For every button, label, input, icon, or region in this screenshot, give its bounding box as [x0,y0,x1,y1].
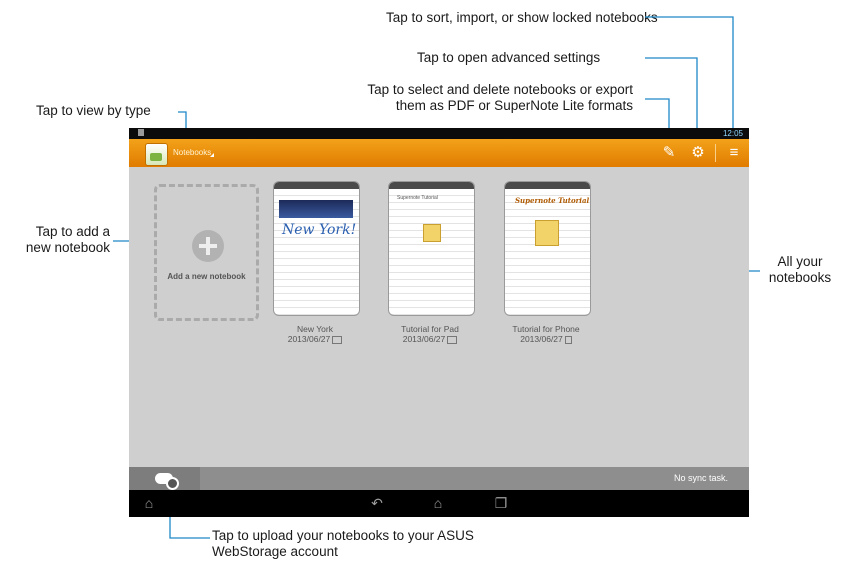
dropdown-caret-icon [210,153,214,157]
callout-add-line2: new notebook [25,240,110,255]
callout-all-line2: notebooks [768,270,832,285]
notebook-date: 2013/06/27 [287,334,331,344]
notebook-thumb-text: Supernote Tutorial [397,195,438,201]
notebook-date: 2013/06/27 [520,334,563,344]
supernote-app-icon[interactable] [145,143,168,166]
notebook-card-new-york[interactable]: New York! [273,181,360,316]
recent-apps-icon[interactable]: ❐ [493,495,509,511]
notebook-thumb-text: Supernote Tutorial [515,196,590,205]
view-by-type-dropdown[interactable]: Notebooks [173,148,211,157]
status-time: 12:05 [722,129,743,138]
notification-icon [138,129,144,136]
settings-gear-icon[interactable]: ⚙ [689,144,707,162]
callout-upload-line1: Tap to upload your notebooks to your ASU… [212,528,474,543]
notebook-caption: Tutorial for Pad 2013/06/27 [370,324,490,344]
cloud-gear-icon [166,477,179,490]
add-notebook-label: Add a new notebook [167,272,246,281]
callout-sort: Tap to sort, import, or show locked note… [386,10,658,25]
add-new-notebook-button[interactable]: Add a new notebook [154,184,259,321]
notebook-thumb-text: New York! [282,222,357,238]
callout-select-delete: Tap to select and delete notebooks or ex… [300,82,633,114]
home-icon[interactable]: ⌂ [430,495,446,511]
callout-upload: Tap to upload your notebooks to your ASU… [212,528,474,560]
notebook-date: 2013/06/27 [402,334,446,344]
phone-layout-icon [564,335,572,344]
notebook-card-tutorial-phone[interactable]: Supernote Tutorial [504,181,591,316]
bottom-bar: No sync task. [129,467,749,490]
back-icon[interactable]: ↶ [369,495,385,511]
city-photo-thumbnail [279,200,353,218]
callout-advanced-settings: Tap to open advanced settings [417,50,601,65]
callout-upload-line2: WebStorage account [212,544,338,559]
notebook-caption: Tutorial for Phone 2013/06/27 [486,324,606,344]
action-bar: Notebooks ✎ ⚙ ≡ [129,139,749,167]
select-edit-icon[interactable]: ✎ [660,144,678,162]
callout-select-line2: them as PDF or SuperNote Lite formats [395,98,633,113]
callout-all-notebooks: All your notebooks [758,254,842,286]
callout-select-line1: Tap to select and delete notebooks or ex… [367,82,633,97]
notebook-name: Tutorial for Pad [401,324,459,334]
sticky-note-thumbnail [423,224,441,242]
callout-add-line1: Tap to add a [35,224,110,239]
sticky-note-thumbnail [535,220,559,246]
plus-icon [192,230,224,262]
system-nav-bar: ⌂ ↶ ⌂ ❐ [129,490,749,517]
callout-all-line1: All your [777,254,823,269]
notebook-card-tutorial-pad[interactable]: Supernote Tutorial [388,181,475,316]
action-separator [715,144,716,162]
pad-layout-icon [332,335,343,344]
callout-view-by-type: Tap to view by type [36,103,151,118]
notebook-binding [274,182,359,189]
pad-layout-icon [447,335,458,344]
notebook-binding [389,182,474,189]
sync-status: No sync task. [673,473,728,483]
menu-sort-icon[interactable]: ≡ [725,144,743,162]
notebook-name: Tutorial for Phone [512,324,580,334]
notebook-caption: New York 2013/06/27 [255,324,375,344]
notebook-binding [505,182,590,189]
cloud-upload-button[interactable] [129,467,200,490]
notebook-name: New York [297,324,333,334]
home-icon[interactable]: ⌂ [141,495,157,511]
status-bar: 12:05 [129,128,749,139]
tablet-screen: 12:05 Notebooks ✎ ⚙ ≡ Add a new notebook… [129,128,749,517]
callout-add-notebook: Tap to add a new notebook [8,224,110,256]
